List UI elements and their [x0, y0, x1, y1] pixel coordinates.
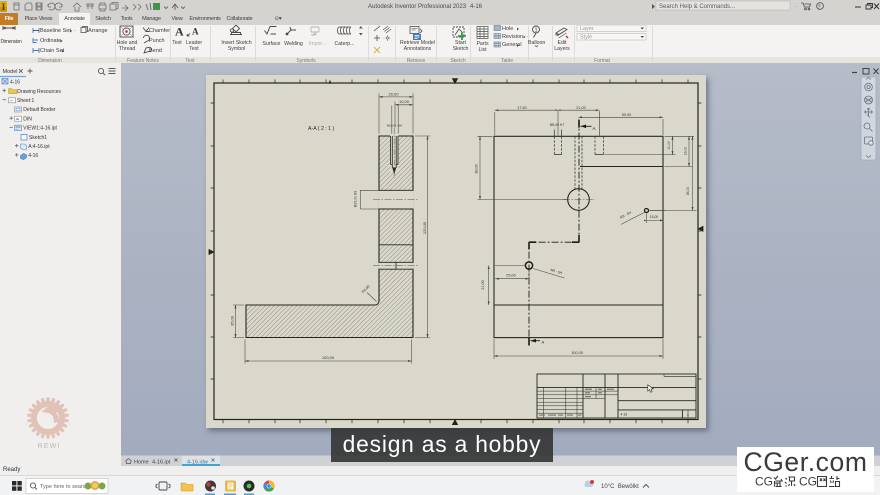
svg-text:Autodesk Inventor Professional: Autodesk Inventor Professional 2023 — [368, 4, 467, 10]
svg-text:A: A — [175, 25, 184, 39]
svg-text:120,00: 120,00 — [422, 221, 427, 234]
svg-text:4-16.ipt: 4-16.ipt — [152, 460, 171, 466]
svg-text:Home: Home — [134, 460, 149, 466]
svg-text:17,50: 17,50 — [517, 106, 527, 110]
svg-text:25,00: 25,00 — [506, 274, 516, 278]
svg-text:M3 - 6H: M3 - 6H — [619, 210, 632, 219]
svg-text:Layer: Layer — [580, 26, 594, 32]
svg-text:Sketch1: Sketch1 — [29, 135, 47, 141]
svg-text:16,00: 16,00 — [684, 147, 688, 156]
svg-text:15,00: 15,00 — [650, 215, 659, 219]
svg-text:Ø5,00 H7: Ø5,00 H7 — [550, 123, 565, 127]
svg-text:1: 1 — [534, 28, 537, 34]
svg-text:10,00: 10,00 — [399, 99, 410, 104]
svg-text:100,00: 100,00 — [322, 355, 335, 360]
svg-text:VIEW1:4-16.ipt: VIEW1:4-16.ipt — [23, 126, 57, 132]
svg-text:Style: Style — [580, 35, 592, 41]
svg-text:A-A ( 2 : 1 ): A-A ( 2 : 1 ) — [308, 126, 335, 132]
svg-text:21,00: 21,00 — [576, 106, 586, 110]
svg-text:21,00: 21,00 — [481, 280, 485, 290]
svg-text:A: A — [192, 27, 199, 37]
svg-text:CG: CG — [755, 475, 773, 489]
svg-text:50,00: 50,00 — [622, 113, 632, 117]
svg-text:?: ? — [817, 4, 820, 10]
svg-text:Default Border: Default Border — [23, 107, 56, 113]
svg-text:DIN: DIN — [23, 116, 32, 122]
svg-text:1: 1 — [687, 413, 689, 417]
svg-text:Drawing Resources: Drawing Resources — [17, 89, 61, 95]
svg-text:A:4-16.ipt: A:4-16.ipt — [28, 144, 50, 150]
svg-text:CG: CG — [799, 475, 817, 489]
svg-text:M5x0,8 - 6H: M5x0,8 - 6H — [387, 124, 402, 128]
svg-text:10°C Bewölkt: 10°C Bewölkt — [601, 484, 639, 490]
svg-text:4-16: 4-16 — [470, 4, 483, 10]
svg-text:35,00: 35,00 — [229, 315, 234, 326]
svg-text:A: A — [542, 339, 545, 344]
svg-text:4-16: 4-16 — [10, 80, 20, 86]
svg-text:4-16: 4-16 — [621, 413, 628, 417]
svg-text:R4,00: R4,00 — [361, 284, 371, 294]
svg-text:·: · — [795, 4, 797, 10]
svg-text:4-16: 4-16 — [28, 153, 38, 159]
svg-text:10,00: 10,00 — [667, 141, 671, 150]
svg-text:38,00: 38,00 — [475, 164, 479, 174]
svg-text:REWI: REWI — [37, 443, 60, 450]
svg-text:A: A — [593, 126, 597, 131]
svg-text:100,00: 100,00 — [571, 351, 583, 355]
svg-text:45,00: 45,00 — [686, 187, 690, 196]
svg-text:Model: Model — [3, 69, 18, 75]
svg-text:Type here to search: Type here to search — [40, 484, 89, 490]
svg-text:4-16.idw: 4-16.idw — [187, 460, 208, 466]
svg-text:Sheet:1: Sheet:1 — [17, 98, 34, 104]
svg-text:I: I — [2, 2, 6, 12]
svg-text:Search Help & Commands...: Search Help & Commands... — [659, 4, 735, 10]
svg-text:20,00: 20,00 — [388, 91, 399, 96]
svg-text:Ø15,00 H9: Ø15,00 H9 — [354, 191, 358, 208]
